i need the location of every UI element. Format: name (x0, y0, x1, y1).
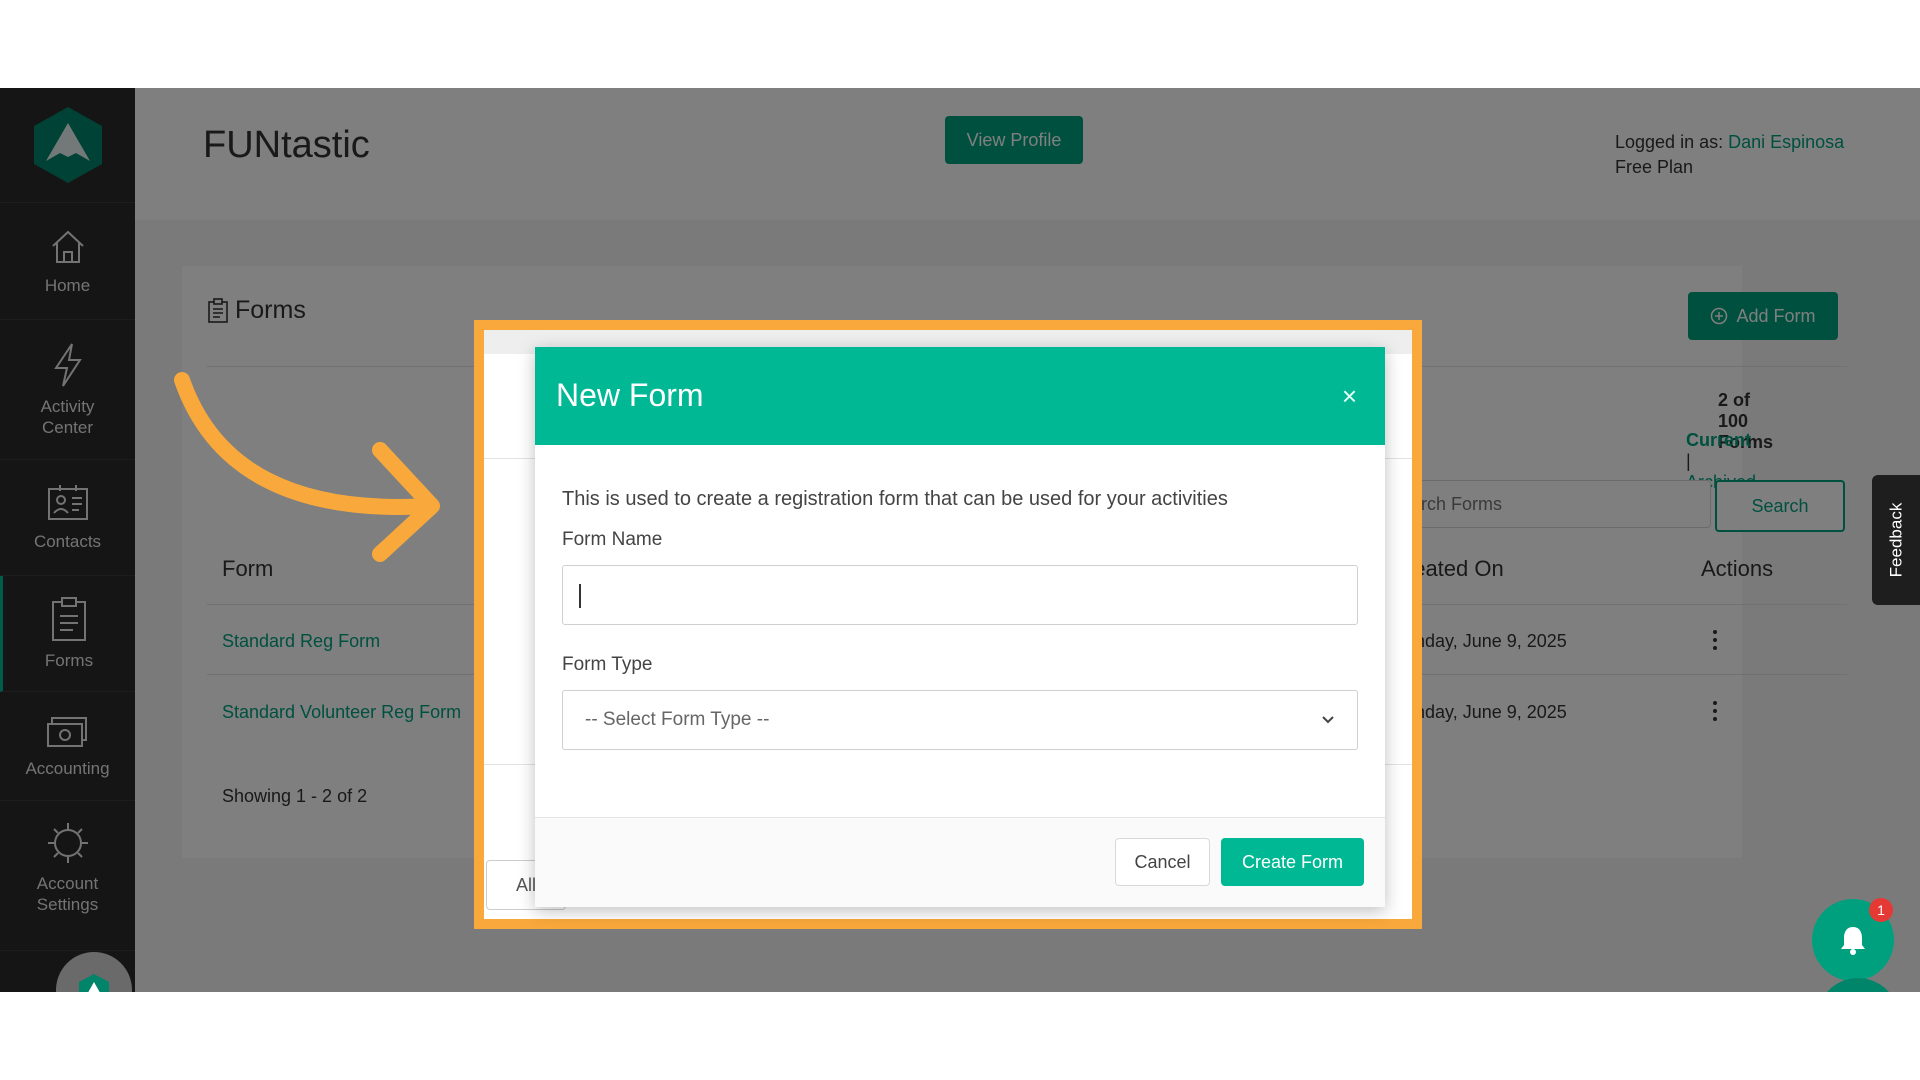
new-form-modal: New Form × This is used to create a regi… (535, 347, 1385, 907)
modal-title: New Form (556, 377, 704, 413)
bell-icon (1841, 927, 1865, 955)
notification-count-badge: 1 (1869, 898, 1893, 922)
modal-header: New Form × (535, 347, 1385, 445)
form-name-input[interactable] (562, 565, 1358, 625)
arrow-annotation-icon (174, 372, 440, 562)
form-type-select[interactable]: -- Select Form Type -- (562, 690, 1358, 750)
text-caret (579, 584, 581, 608)
form-type-selected: -- Select Form Type -- (585, 709, 770, 730)
create-form-button[interactable]: Create Form (1221, 838, 1364, 886)
cancel-button[interactable]: Cancel (1115, 838, 1210, 886)
logo-icon (79, 974, 109, 992)
feedback-tab[interactable]: Feedback (1872, 475, 1920, 605)
modal-description: This is used to create a registration fo… (562, 488, 1228, 510)
feedback-label: Feedback (1886, 502, 1906, 578)
chevron-down-icon (1322, 716, 1334, 724)
form-name-label: Form Name (562, 529, 663, 550)
app-window: Home Activity Center Contacts Forms (0, 88, 1920, 992)
close-icon[interactable]: × (1342, 383, 1357, 409)
form-type-label: Form Type (562, 654, 653, 675)
